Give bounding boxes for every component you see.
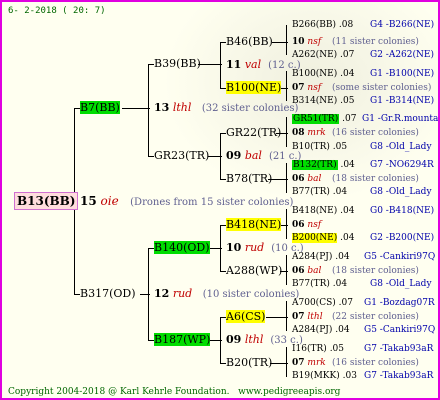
leaf-row[interactable]: B77(TR) .04 (292, 277, 347, 291)
leaf-ref[interactable]: G2 -A262(NE) (370, 48, 434, 62)
leaf-row[interactable]: B19(MKK) .03 (292, 369, 357, 383)
connector (286, 255, 287, 285)
leaf-desc: (16 sister colonies) (332, 358, 419, 368)
leaf-ref[interactable]: G1 -B314(NE) (370, 94, 434, 108)
connector (286, 347, 287, 377)
leaf-ref[interactable]: G8 -Old_Lady (370, 140, 432, 154)
leaf-row: 06 bal (292, 174, 322, 184)
leaf-desc: (some sister colonies) (332, 83, 432, 93)
leaf-desc: (18 sister colonies) (332, 174, 419, 184)
queen-node[interactable]: B187(WP) (154, 333, 211, 347)
leaf-ref[interactable]: G2 -B200(NE) (370, 231, 434, 245)
sire-mating: 09 bal (21 c.) (226, 149, 302, 162)
leaf-ref[interactable]: G7 -Takab93aR (364, 369, 433, 383)
leaf-row: 07 nsf (292, 83, 322, 93)
leaf-row[interactable]: B132(TR) .04 (292, 158, 355, 172)
leaf-ref[interactable]: G8 -Old_Lady (370, 277, 432, 291)
connector (198, 64, 222, 65)
connector (208, 248, 222, 249)
pedigree-chart: 6- 2-2018 ( 20: 7) B13(BB) 15 oie (Drone… (0, 0, 440, 400)
sire-node[interactable]: B46(BB) (226, 35, 273, 49)
connector (286, 163, 287, 193)
queen-node[interactable]: B7(BB) (80, 101, 120, 115)
connector (122, 108, 150, 109)
leaf-desc: (22 sister colonies) (332, 312, 419, 322)
leaf-row[interactable]: B10(TR) .05 (292, 140, 347, 154)
root-mating: 15 oie (Drones from 15 sister colonies) (80, 194, 294, 208)
queen-node[interactable]: B100(NE) (226, 81, 282, 95)
leaf-ref[interactable]: G1 -Bozdag07R (364, 296, 435, 310)
leaf-ref[interactable]: G4 -B266(NE) (370, 18, 434, 32)
leaf-row: 07 lthl (292, 312, 323, 322)
sire-mating: 11 val (12 c.) (226, 58, 301, 71)
queen-node[interactable]: B78(TR) (226, 172, 272, 186)
sire-node[interactable]: B418(NE) (226, 218, 282, 232)
connector (266, 317, 288, 318)
leaf-row[interactable]: I16(TR) .05 (292, 342, 344, 356)
leaf-row[interactable]: B200(NE) .04 (292, 231, 354, 245)
queen-node[interactable]: A288(WP) (226, 264, 282, 278)
connector (286, 25, 287, 55)
queen-node[interactable]: B20(TR) (226, 356, 272, 370)
leaf-row[interactable]: B100(NE) .04 (292, 67, 354, 81)
sire-mating: 13 lthl (32 sister colonies) (154, 101, 299, 114)
connector (272, 42, 288, 43)
leaf-row[interactable]: GR51(TR) .07 (292, 112, 356, 126)
leaf-desc: (16 sister colonies) (332, 128, 419, 138)
leaf-row[interactable]: B418(NE) .04 (292, 204, 354, 218)
sire-node[interactable]: B317(OD) (80, 287, 136, 301)
leaf-ref[interactable]: G5 -Cankiri97Q (364, 323, 435, 337)
leaf-row[interactable]: A284(PJ) .04 (292, 323, 350, 337)
footer: Copyright 2004-2018 @ Karl Kehrle Founda… (8, 385, 340, 398)
date-header: 6- 2-2018 ( 20: 7) (8, 6, 106, 16)
leaf-ref[interactable]: G1 -Gr.R.mounta (362, 112, 438, 126)
website-link[interactable]: www.pedigreeapis.org (238, 387, 340, 397)
sire-node[interactable]: B39(BB) (154, 57, 201, 71)
leaf-row: 07 mrk (292, 358, 326, 368)
sire-node[interactable]: GR22(TR) (226, 126, 281, 140)
leaf-ref[interactable]: G8 -Old_Lady (370, 185, 432, 199)
connector (286, 301, 287, 331)
connector (286, 71, 287, 101)
leaf-desc: (18 sister colonies) (332, 266, 419, 276)
sire-mating: 12 rud (10 sister colonies) (154, 287, 300, 300)
connector (140, 294, 150, 295)
connector (208, 156, 222, 157)
leaf-row[interactable]: B77(TR) .04 (292, 185, 347, 199)
leaf-ref[interactable]: G0 -B418(NE) (370, 204, 434, 218)
leaf-row: 08 mrk (292, 128, 326, 138)
queen-node[interactable]: B140(OD) (154, 241, 210, 255)
root-queen[interactable]: B13(BB) (14, 192, 79, 210)
leaf-row[interactable]: B266(BB) .08 (292, 18, 353, 32)
connector (286, 117, 287, 147)
root-queen-name[interactable]: B13(BB) (14, 192, 79, 210)
leaf-row: 06 nsf (292, 220, 322, 230)
leaf-ref[interactable]: G7 -NO6294R (370, 158, 434, 172)
leaf-row[interactable]: A284(PJ) .04 (292, 250, 350, 264)
leaf-ref[interactable]: G7 -Takab93aR (364, 342, 433, 356)
copyright-text: Copyright 2004-2018 @ Karl Kehrle Founda… (8, 387, 230, 397)
leaf-ref[interactable]: G5 -Cankiri97Q (364, 250, 435, 264)
connector (220, 42, 221, 88)
leaf-row[interactable]: B314(NE) .05 (292, 94, 354, 108)
connector (286, 209, 287, 239)
connector (270, 363, 288, 364)
sire-node[interactable]: A6(CS) (226, 310, 266, 324)
leaf-row[interactable]: A700(CS) .07 (292, 296, 353, 310)
leaf-desc: (11 sister colonies) (332, 37, 419, 47)
connector (148, 64, 149, 156)
leaf-row[interactable]: A262(NE) .07 (292, 48, 354, 62)
leaf-row: 10 nsf (292, 37, 322, 47)
queen-node[interactable]: GR23(TR) (154, 149, 209, 163)
leaf-ref[interactable]: G1 -B100(NE) (370, 67, 434, 81)
leaf-row: 06 bal (292, 266, 322, 276)
